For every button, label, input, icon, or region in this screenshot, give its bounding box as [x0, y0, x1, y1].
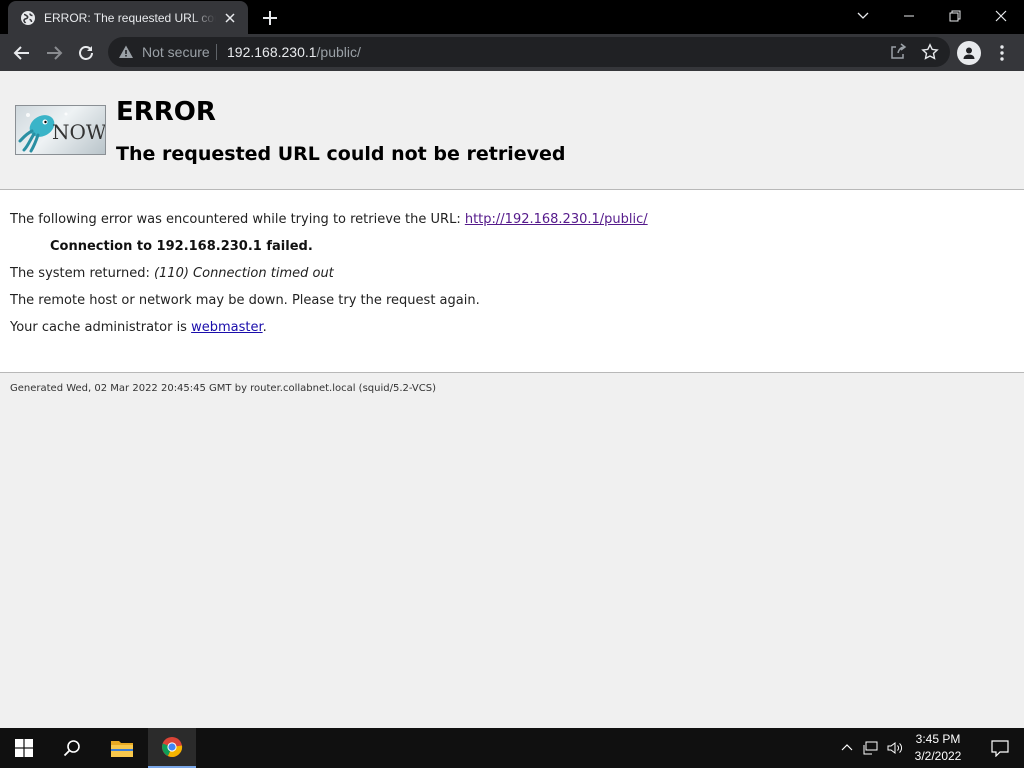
remote-host-message: The remote host or network may be down. …	[10, 293, 480, 308]
system-clock[interactable]: 3:45 PM 3/2/2022	[906, 731, 970, 765]
system-returned-line: The system returned: (110) Connection ti…	[10, 266, 334, 281]
star-icon[interactable]	[921, 43, 939, 61]
logo-text: NOW	[52, 120, 106, 144]
requested-url-link[interactable]: http://192.168.230.1/public/	[465, 212, 648, 227]
url-text[interactable]: 192.168.230.1/public/	[227, 44, 361, 60]
plus-icon[interactable]	[258, 6, 282, 30]
share-icon[interactable]	[889, 43, 907, 61]
volume-icon	[887, 742, 902, 754]
tab-search-button[interactable]	[840, 0, 886, 32]
action-center-button[interactable]	[976, 728, 1024, 768]
cache-admin-suffix: .	[262, 320, 267, 335]
globe-icon	[21, 10, 35, 25]
network-icon	[863, 741, 878, 755]
connection-message: Connection to 192.168.230.1 failed.	[50, 239, 313, 254]
cache-admin-text: Your cache administrator is	[10, 320, 192, 335]
url-path: /public/	[316, 44, 361, 60]
notification-icon	[991, 740, 1009, 757]
search-button[interactable]	[48, 728, 96, 768]
close-icon	[995, 10, 1007, 22]
profile-icon	[963, 47, 975, 59]
clock-time: 3:45 PM	[915, 732, 961, 746]
web-page: NOW ERROR The requested URL could not be…	[0, 71, 1024, 728]
chevron-up-icon	[841, 744, 853, 751]
volume-button[interactable]	[884, 728, 906, 768]
browser-toolbar: Not secure 192.168.230.1/public/	[0, 34, 1024, 71]
restore-icon	[949, 10, 961, 22]
back-icon	[13, 46, 29, 60]
error-header: NOW ERROR The requested URL could not be…	[0, 71, 1024, 190]
warning-icon[interactable]	[118, 44, 134, 60]
minimize-button[interactable]	[886, 0, 932, 32]
show-hidden-icons-button[interactable]	[836, 728, 858, 768]
address-divider	[216, 44, 217, 60]
error-content: The following error was encountered whil…	[0, 190, 1024, 373]
tab-title: ERROR: The requested URL could not be re…	[44, 10, 216, 25]
file-explorer-icon	[111, 741, 133, 757]
security-label[interactable]: Not secure	[142, 44, 210, 60]
browser-tab[interactable]: ERROR: The requested URL could not be re…	[8, 1, 248, 34]
page-footer: Generated Wed, 02 Mar 2022 20:45:45 GMT …	[10, 383, 436, 394]
title-bar: ERROR: The requested URL could not be re…	[0, 0, 1024, 34]
windows-icon	[15, 739, 33, 757]
close-window-button[interactable]	[978, 0, 1024, 32]
forward-icon	[47, 46, 63, 60]
more-icon	[1000, 45, 1004, 61]
profile-button[interactable]	[957, 41, 981, 65]
chevron-down-icon	[857, 12, 869, 19]
search-icon	[63, 740, 80, 757]
system-returned-value: (110) Connection timed out	[153, 266, 334, 281]
minimize-icon	[904, 15, 914, 17]
start-button[interactable]	[0, 728, 48, 768]
url-host: 192.168.230.1	[227, 44, 317, 60]
reload-icon	[79, 46, 93, 60]
file-explorer-button[interactable]	[98, 728, 146, 768]
close-icon[interactable]	[222, 10, 238, 26]
taskbar: 3:45 PM 3/2/2022	[0, 728, 1024, 768]
menu-button[interactable]	[989, 40, 1015, 66]
address-bar[interactable]: Not secure 192.168.230.1/public/	[108, 37, 950, 67]
back-button[interactable]	[9, 40, 35, 66]
reload-button[interactable]	[73, 40, 99, 66]
clock-date: 3/2/2022	[914, 749, 962, 763]
intro-line: The following error was encountered whil…	[10, 212, 648, 227]
restore-button[interactable]	[932, 0, 978, 32]
cache-admin-line: Your cache administrator is webmaster.	[10, 320, 267, 335]
system-returned-label: The system returned:	[10, 266, 154, 281]
webmaster-link[interactable]: webmaster	[191, 320, 263, 335]
page-title: ERROR	[116, 97, 216, 127]
squid-logo: NOW	[15, 105, 106, 155]
forward-button[interactable]	[41, 40, 67, 66]
intro-text: The following error was encountered whil…	[10, 212, 465, 227]
chrome-icon	[162, 737, 183, 757]
network-button[interactable]	[860, 728, 882, 768]
chrome-taskbar-button[interactable]	[148, 728, 196, 768]
page-subtitle: The requested URL could not be retrieved	[116, 143, 566, 165]
